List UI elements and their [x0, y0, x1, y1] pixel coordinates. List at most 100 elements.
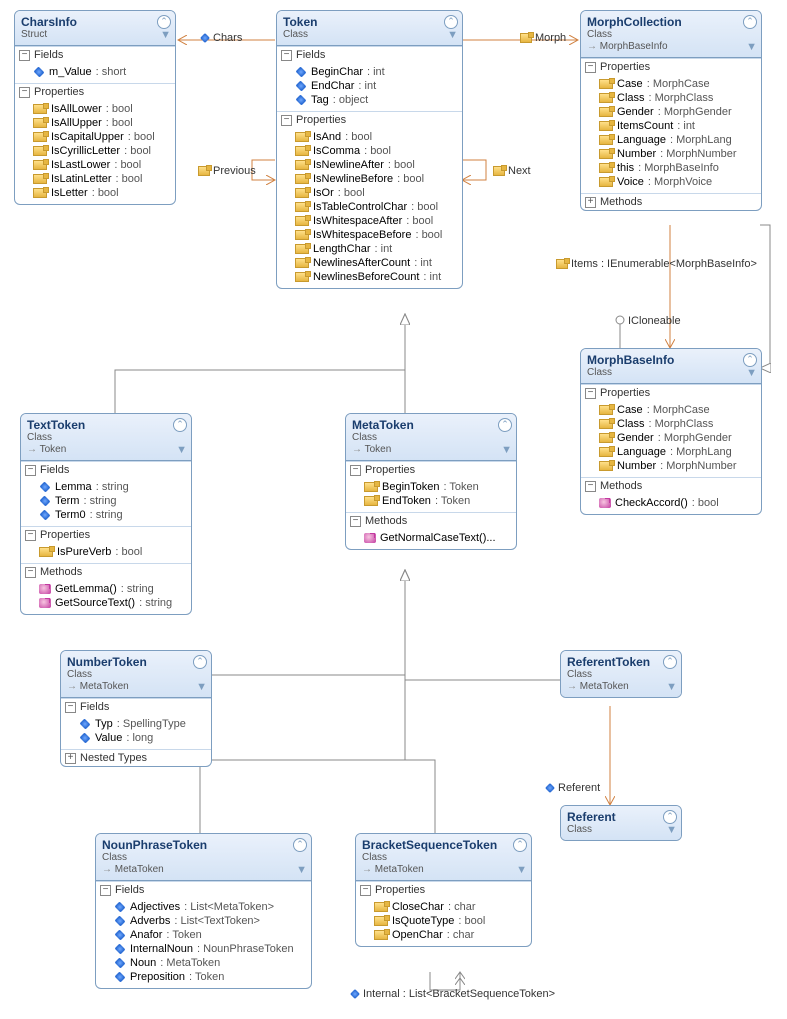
collapse-icon[interactable]: ⌃ [663, 655, 677, 669]
property: NewlinesAfterCountint [295, 256, 460, 270]
section-header[interactable]: −Fields [21, 462, 191, 478]
class-nounphrasetoken[interactable]: NounPhraseToken Class MetaToken ⌃ ▼ −Fie… [95, 833, 312, 989]
property: CloseCharchar [374, 900, 529, 914]
field: m_Valueshort [33, 65, 173, 79]
class-kind: Class [587, 29, 755, 41]
section-header[interactable]: −Fields [277, 47, 462, 63]
property: IsWhitespaceBeforebool [295, 228, 460, 242]
collapse-icon[interactable]: ⌃ [743, 15, 757, 29]
section-header[interactable]: −Fields [96, 882, 311, 898]
property: GenderMorphGender [599, 431, 759, 445]
filter-icon[interactable]: ▼ [160, 30, 171, 41]
property: IsOrbool [295, 186, 460, 200]
property: NumberMorphNumber [599, 459, 759, 473]
collapse-icon[interactable]: ⌃ [444, 15, 458, 29]
property: NumberMorphNumber [599, 147, 759, 161]
property: IsLastLowerbool [33, 158, 173, 172]
collapse-icon[interactable]: ⌃ [743, 353, 757, 367]
class-charsinfo[interactable]: CharsInfo Struct ⌃ ▼ −Fields m_Valueshor… [14, 10, 176, 205]
filter-icon[interactable]: ▼ [501, 445, 512, 456]
property: IsLetterbool [33, 186, 173, 200]
class-bracketsequencetoken[interactable]: BracketSequenceToken Class MetaToken ⌃ ▼… [355, 833, 532, 947]
assoc-label-items: Items : IEnumerable<MorphBaseInfo> [556, 258, 757, 270]
section-header[interactable]: −Methods [21, 564, 191, 580]
collapse-icon[interactable]: ⌃ [173, 418, 187, 432]
collapse-icon[interactable]: ⌃ [157, 15, 171, 29]
filter-icon[interactable]: ▼ [176, 445, 187, 456]
class-morphbaseinfo[interactable]: MorphBaseInfo Class ⌃ ▼ −Properties Case… [580, 348, 762, 515]
assoc-label-chars: Chars [200, 32, 242, 44]
section-header[interactable]: −Properties [356, 882, 531, 898]
filter-icon[interactable]: ▼ [666, 682, 677, 693]
class-referent[interactable]: Referent Class ⌃ ▼ [560, 805, 682, 841]
property: IsCapitalUpperbool [33, 130, 173, 144]
class-base: MetaToken [67, 681, 205, 693]
class-title: BracketSequenceToken [362, 838, 525, 852]
property: IsTableControlCharbool [295, 200, 460, 214]
property: IsCyrillicLetterbool [33, 144, 173, 158]
interface-label-icloneable: ICloneable [628, 315, 681, 327]
field: TypSpellingType [79, 717, 209, 731]
section-header[interactable]: −Methods [581, 478, 761, 494]
section-header[interactable]: +Methods [581, 194, 761, 210]
collapse-icon[interactable]: ⌃ [498, 418, 512, 432]
section-header[interactable]: −Properties [581, 59, 761, 75]
class-kind: Class [567, 669, 675, 681]
property: IsAllUpperbool [33, 116, 173, 130]
class-title: NounPhraseToken [102, 838, 305, 852]
property: LanguageMorphLang [599, 445, 759, 459]
field: Term0string [39, 508, 189, 522]
collapse-icon[interactable]: ⌃ [293, 838, 307, 852]
class-texttoken[interactable]: TextToken Class Token ⌃ ▼ −Fields Lemmas… [20, 413, 192, 615]
section-header[interactable]: −Properties [277, 112, 462, 128]
class-base: MetaToken [567, 681, 675, 693]
class-title: Token [283, 15, 456, 29]
assoc-label-previous: Previous [198, 165, 256, 177]
field: InternalNounNounPhraseToken [114, 942, 309, 956]
field: BeginCharint [295, 65, 460, 79]
section-header[interactable]: +Nested Types [61, 750, 211, 766]
filter-icon[interactable]: ▼ [296, 865, 307, 876]
section-header[interactable]: −Fields [15, 47, 175, 63]
property: NewlinesBeforeCountint [295, 270, 460, 284]
class-numbertoken[interactable]: NumberToken Class MetaToken ⌃ ▼ −Fields … [60, 650, 212, 767]
property: IsNewlineAfterbool [295, 158, 460, 172]
property: ItemsCountint [599, 119, 759, 133]
filter-icon[interactable]: ▼ [516, 865, 527, 876]
class-kind: Class [567, 824, 675, 836]
field: Tagobject [295, 93, 460, 107]
collapse-icon[interactable]: ⌃ [193, 655, 207, 669]
section-header[interactable]: −Properties [15, 84, 175, 100]
section-header[interactable]: −Fields [61, 699, 211, 715]
collapse-icon[interactable]: ⌃ [513, 838, 527, 852]
field: Valuelong [79, 731, 209, 745]
method: GetLemma()string [39, 582, 189, 596]
filter-icon[interactable]: ▼ [447, 30, 458, 41]
assoc-label-internal: Internal : List<BracketSequenceToken> [350, 988, 555, 1000]
class-metatoken[interactable]: MetaToken Class Token ⌃ ▼ −Properties Be… [345, 413, 517, 550]
class-title: TextToken [27, 418, 185, 432]
assoc-label-referent: Referent [545, 782, 600, 794]
assoc-label-next: Next [493, 165, 531, 177]
section-header[interactable]: −Properties [581, 385, 761, 401]
property: IsNewlineBeforebool [295, 172, 460, 186]
property: VoiceMorphVoice [599, 175, 759, 189]
property: IsCommabool [295, 144, 460, 158]
class-morphcollection[interactable]: MorphCollection Class MorphBaseInfo ⌃ ▼ … [580, 10, 762, 211]
section-header[interactable]: −Methods [346, 513, 516, 529]
filter-icon[interactable]: ▼ [196, 682, 207, 693]
class-kind: Class [27, 432, 185, 444]
section-header[interactable]: −Properties [346, 462, 516, 478]
filter-icon[interactable]: ▼ [746, 368, 757, 379]
class-referenttoken[interactable]: ReferentToken Class MetaToken ⌃ ▼ [560, 650, 682, 698]
class-title: MorphCollection [587, 15, 755, 29]
class-base: Token [27, 444, 185, 456]
filter-icon[interactable]: ▼ [746, 42, 757, 53]
method: CheckAccord()bool [599, 496, 759, 510]
collapse-icon[interactable]: ⌃ [663, 810, 677, 824]
property: LanguageMorphLang [599, 133, 759, 147]
section-header[interactable]: −Properties [21, 527, 191, 543]
class-token[interactable]: Token Class ⌃ ▼ −Fields BeginCharint End… [276, 10, 463, 289]
class-kind: Class [352, 432, 510, 444]
filter-icon[interactable]: ▼ [666, 825, 677, 836]
